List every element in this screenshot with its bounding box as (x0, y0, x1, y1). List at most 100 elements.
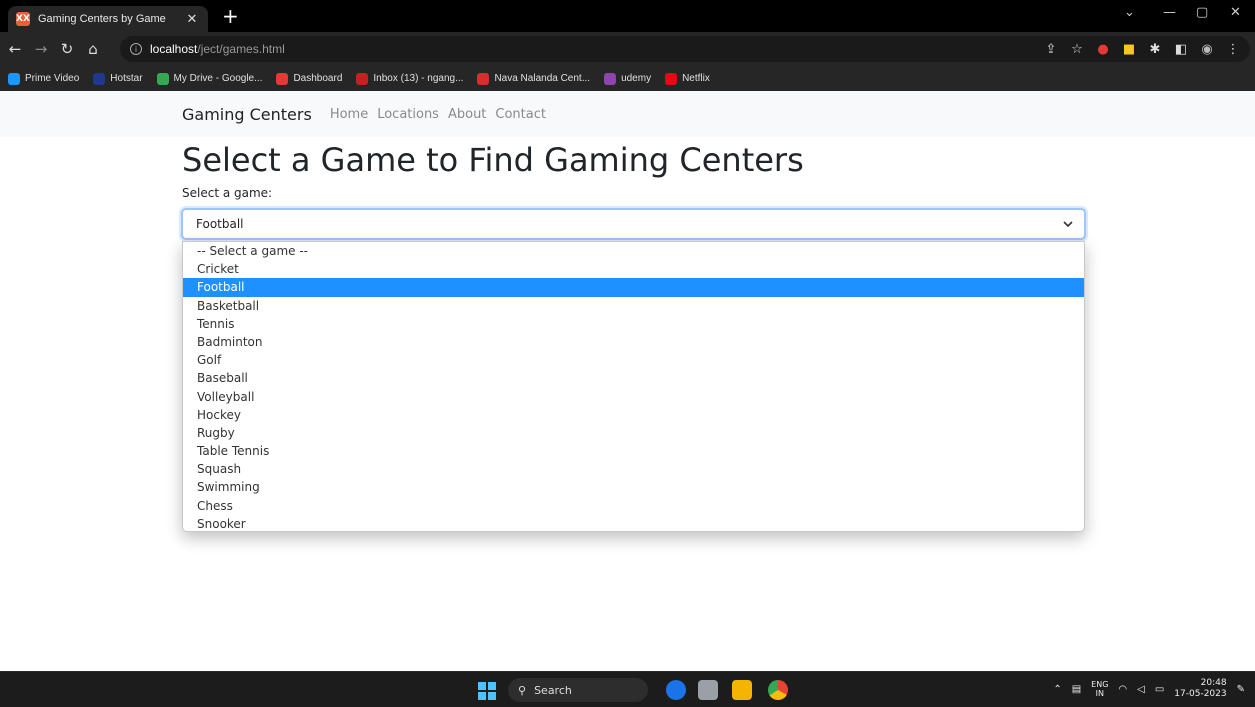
bookmark-favicon-icon (477, 72, 490, 85)
lang-bottom: IN (1095, 689, 1104, 698)
bookmark-item[interactable]: Nava Nalanda Cent... (477, 72, 591, 85)
battery-icon[interactable]: ▭ (1155, 684, 1164, 695)
page-title: Select a Game to Find Gaming Centers (182, 141, 804, 179)
search-icon: ⚲ (518, 683, 527, 697)
close-window-icon[interactable]: ✕ (1230, 5, 1241, 20)
game-option[interactable]: -- Select a game -- (183, 242, 1084, 260)
share-icon[interactable]: ⇪ (1044, 42, 1058, 57)
game-option[interactable]: Basketball (183, 297, 1084, 315)
wifi-icon[interactable]: ◠ (1118, 684, 1127, 695)
home-icon[interactable]: ⌂ (82, 40, 104, 58)
game-select[interactable]: Football (181, 208, 1086, 240)
reload-icon[interactable]: ↻ (56, 40, 78, 58)
bookmark-favicon-icon (156, 72, 169, 85)
nav-link-home[interactable]: Home (330, 107, 368, 122)
url-path: /ject/games.html (197, 42, 285, 56)
bookmark-label: My Drive - Google... (173, 73, 263, 84)
tab-title: Gaming Centers by Game (38, 13, 166, 25)
minimize-icon[interactable]: — (1163, 5, 1176, 20)
bing-app-icon[interactable] (666, 680, 686, 700)
bookmark-favicon-icon (665, 72, 678, 85)
clock-time: 20:48 (1200, 678, 1227, 688)
volume-icon[interactable]: ◁ (1137, 684, 1145, 695)
bookmark-item[interactable]: My Drive - Google... (156, 72, 263, 85)
bookmark-favicon-icon (276, 72, 289, 85)
bookmark-label: Dashboard (293, 73, 343, 84)
info-icon[interactable]: i (130, 43, 142, 55)
bookmark-item[interactable]: udemy (604, 72, 652, 85)
windows-start-icon[interactable] (478, 682, 496, 700)
clock-date: 17-05-2023 (1174, 689, 1227, 699)
bookmark-label: udemy (621, 73, 652, 84)
extensions-puzzle-icon[interactable]: ✱ (1148, 42, 1162, 57)
game-option[interactable]: Badminton (183, 333, 1084, 351)
browser-toolbar: ← → ↻ ⌂ i localhost/ject/games.html ⇪ ☆ … (0, 32, 1255, 66)
game-option[interactable]: Squash (183, 460, 1084, 478)
select-label: Select a game: (182, 186, 273, 200)
system-tray: ⌃ ▤ ENG IN ◠ ◁ ▭ 20:48 17-05-2023 ✎ (1053, 678, 1245, 700)
game-option[interactable]: Tennis (183, 315, 1084, 333)
game-option[interactable]: Baseball (183, 369, 1084, 387)
back-icon[interactable]: ← (4, 40, 26, 58)
task-view-icon[interactable] (698, 680, 718, 700)
notifications-icon[interactable]: ✎ (1237, 684, 1245, 695)
select-value: Football (196, 217, 244, 231)
game-option[interactable]: Swimming (183, 478, 1084, 496)
extension-yellow-icon[interactable]: ■ (1122, 42, 1136, 57)
new-tab-button[interactable]: + (222, 5, 239, 27)
extension-red-icon[interactable]: ● (1096, 42, 1110, 57)
url-text: localhost/ject/games.html (150, 42, 285, 56)
show-hidden-icons-icon[interactable]: ⌃ (1053, 684, 1061, 695)
forward-icon[interactable]: → (30, 40, 52, 58)
language-indicator[interactable]: ENG IN (1091, 680, 1108, 698)
bookmark-label: Prime Video (25, 73, 80, 84)
game-option[interactable]: Hockey (183, 406, 1084, 424)
chevron-down-icon (1063, 221, 1073, 228)
bookmark-item[interactable]: Dashboard (276, 72, 343, 85)
clock[interactable]: 20:48 17-05-2023 (1174, 678, 1226, 700)
taskbar-search[interactable]: ⚲ Search (508, 678, 648, 702)
taskbar-search-label: Search (534, 683, 572, 697)
bookmark-item[interactable]: Hotstar (93, 72, 143, 85)
nav-link-contact[interactable]: Contact (495, 107, 546, 122)
navbar-brand[interactable]: Gaming Centers (182, 105, 312, 124)
menu-kebab-icon[interactable]: ⋮ (1226, 42, 1240, 57)
chrome-app-icon[interactable] (768, 680, 788, 700)
game-option[interactable]: Rugby (183, 424, 1084, 442)
bookmark-item[interactable]: Inbox (13) - ngang... (356, 72, 464, 85)
maximize-icon[interactable]: ▢ (1196, 5, 1208, 20)
bookmark-label: Nava Nalanda Cent... (494, 73, 591, 84)
bookmark-star-icon[interactable]: ☆ (1070, 42, 1084, 57)
file-explorer-icon[interactable] (732, 680, 752, 700)
bookmark-label: Hotstar (110, 73, 143, 84)
browser-tab[interactable]: XX Gaming Centers by Game ✕ (8, 6, 208, 32)
bookmarks-bar: Prime Video Hotstar My Drive - Google... Da… (0, 66, 1255, 91)
game-option[interactable]: Volleyball (183, 388, 1084, 406)
lang-top: ENG (1091, 680, 1109, 689)
tab-close-icon[interactable]: ✕ (184, 12, 200, 27)
bookmark-label: Inbox (13) - ngang... (373, 73, 464, 84)
bookmark-item[interactable]: Netflix (665, 72, 710, 85)
windows-taskbar: ⚲ Search ⌃ ▤ ENG IN ◠ ◁ ▭ 20:48 17-05-20… (0, 671, 1255, 707)
tray-app-icon[interactable]: ▤ (1072, 684, 1081, 695)
game-option[interactable]: Golf (183, 351, 1084, 369)
nav-link-about[interactable]: About (448, 107, 486, 122)
game-option[interactable]: Football (183, 278, 1084, 297)
site-navbar: Gaming Centers Home Locations About Cont… (0, 91, 1255, 137)
game-option[interactable]: Cricket (183, 260, 1084, 278)
game-option[interactable]: Chess (183, 497, 1084, 515)
bookmark-favicon-icon (356, 72, 369, 85)
tab-search-icon[interactable]: ⌄ (1124, 5, 1135, 20)
bookmark-item[interactable]: Prime Video (8, 72, 80, 85)
game-option[interactable]: Snooker (183, 515, 1084, 531)
nav-link-locations[interactable]: Locations (377, 107, 439, 122)
tab-strip: XX Gaming Centers by Game ✕ + ⌄ — ▢ ✕ (0, 0, 1255, 32)
bookmark-favicon-icon (604, 72, 617, 85)
game-options-list: -- Select a game -- Cricket Football Basket… (182, 241, 1085, 532)
profile-avatar-icon[interactable]: ◉ (1200, 42, 1214, 57)
address-bar[interactable]: i localhost/ject/games.html ⇪ ☆ ● ■ ✱ ◧ … (120, 36, 1250, 62)
game-option[interactable]: Table Tennis (183, 442, 1084, 460)
tab-favicon-icon: XX (16, 12, 30, 26)
bookmark-label: Netflix (682, 73, 710, 84)
side-panel-icon[interactable]: ◧ (1174, 42, 1188, 57)
